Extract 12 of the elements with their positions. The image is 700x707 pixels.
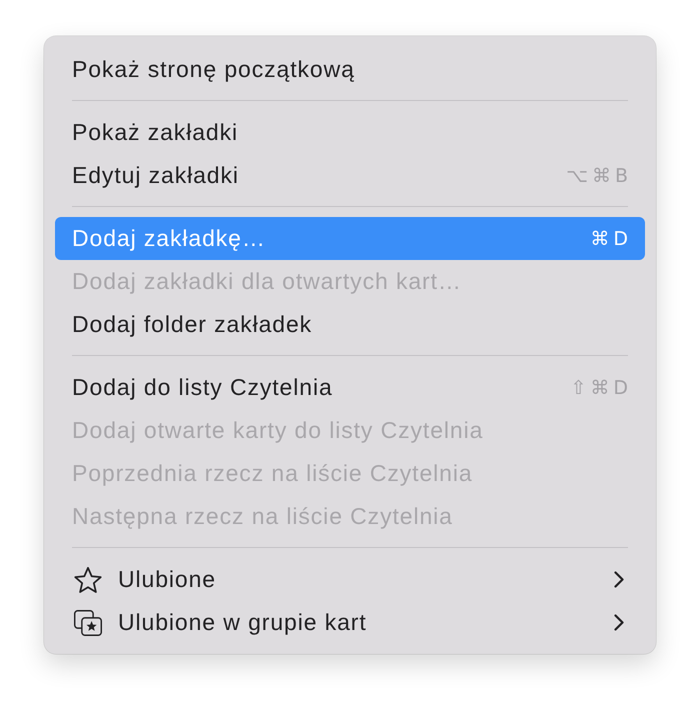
menu-item[interactable]: Edytuj zakładki ⌥⌘B bbox=[55, 154, 645, 197]
menu-item[interactable]: Dodaj folder zakładek bbox=[55, 303, 645, 346]
star-icon bbox=[74, 566, 102, 592]
menu-item[interactable]: Pokaż stronę początkową bbox=[55, 48, 645, 91]
tab-group-star-icon bbox=[74, 610, 102, 636]
keyboard-shortcut: ⌘D bbox=[590, 228, 632, 250]
menu-item[interactable]: Ulubione bbox=[55, 558, 645, 601]
keyboard-shortcut: ⌥⌘B bbox=[566, 164, 632, 186]
menu-item[interactable]: Pokaż zakładki bbox=[55, 111, 645, 154]
menu-item[interactable]: Ulubione w grupie kart bbox=[55, 601, 645, 644]
menu-item[interactable]: Dodaj do listy Czytelnia ⇧⌘D bbox=[55, 366, 645, 409]
keyboard-shortcut: ⇧⌘D bbox=[570, 376, 632, 398]
